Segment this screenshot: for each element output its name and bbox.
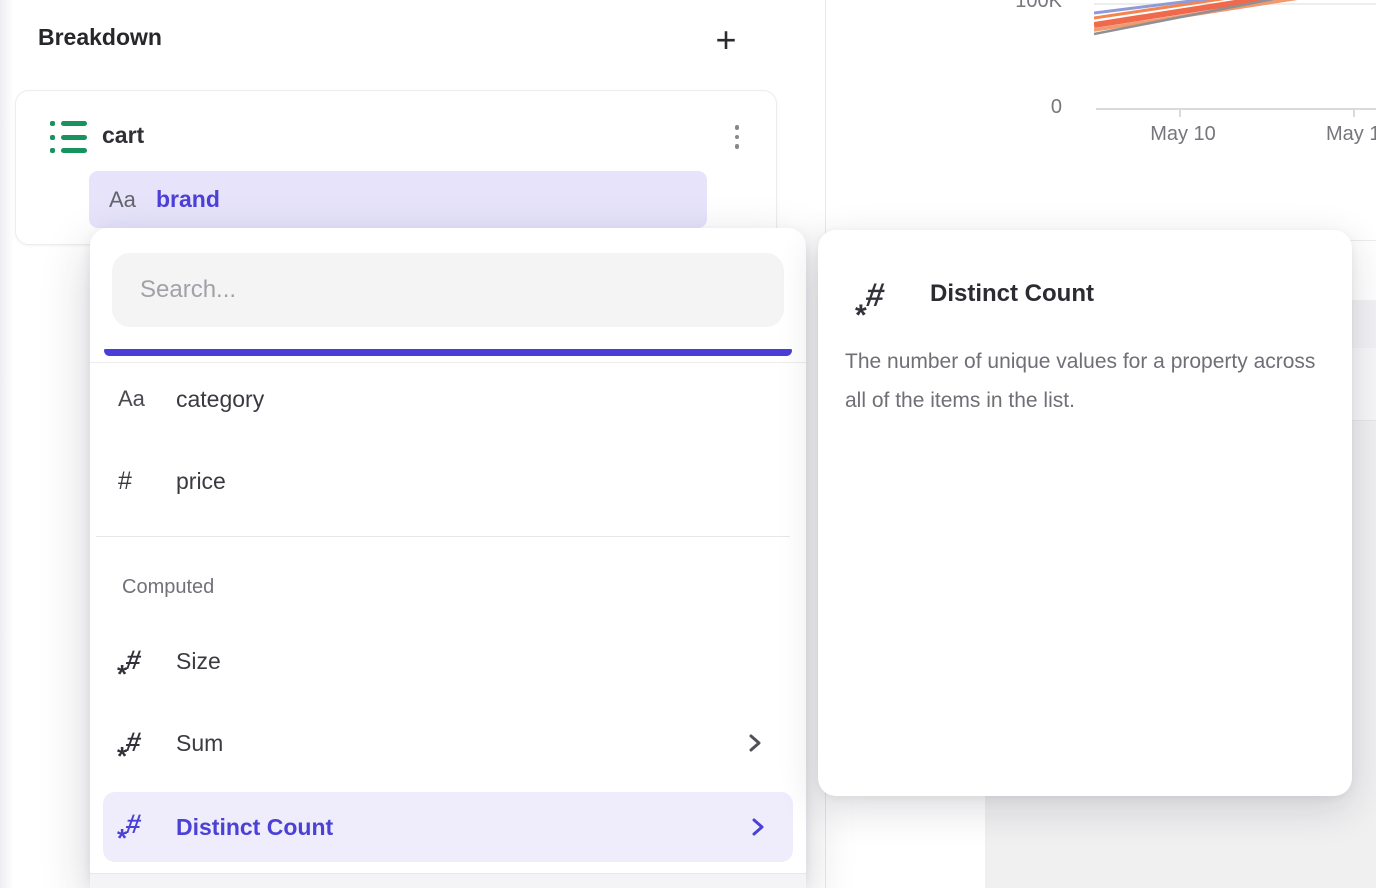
- computed-number-icon: #*: [118, 644, 164, 678]
- add-breakdown-button[interactable]: +: [702, 16, 750, 64]
- computed-number-icon: #*: [856, 276, 898, 318]
- dropdown-item-category[interactable]: Aa category: [90, 370, 806, 428]
- tooltip-description: The number of unique values for a proper…: [845, 342, 1321, 420]
- list-icon: [50, 121, 90, 153]
- computed-section-label: Computed: [122, 576, 214, 599]
- x-axis-tick: [1179, 108, 1181, 117]
- kebab-menu-icon[interactable]: [728, 117, 746, 157]
- text-type-icon: Aa: [109, 187, 145, 213]
- selected-item-highlight-edge: [104, 349, 792, 356]
- y-axis-label-0: 0: [1028, 96, 1062, 119]
- chevron-right-icon: [748, 733, 762, 753]
- computed-number-icon: #*: [118, 808, 164, 847]
- property-dropdown: Aa category # price Computed #* Size #* …: [90, 228, 806, 888]
- selected-property-label: brand: [156, 186, 220, 213]
- y-axis-label-100k: 100K: [1004, 0, 1062, 13]
- dropdown-item-price[interactable]: # price: [90, 452, 806, 510]
- breakdown-cart-card: cart Aa brand: [15, 90, 777, 245]
- x-axis-label-may10: May 10: [1141, 123, 1225, 146]
- dropdown-footer: [90, 874, 806, 888]
- dropdown-hairline: [90, 362, 806, 363]
- left-gutter: [0, 0, 14, 888]
- x-axis-label-may1: May 1: [1326, 123, 1376, 146]
- distinct-count-tooltip: #* Distinct Count The number of unique v…: [818, 230, 1352, 796]
- search-box: [112, 253, 784, 327]
- text-type-icon: Aa: [118, 386, 164, 412]
- dropdown-item-distinct-count[interactable]: #* Distinct Count: [103, 792, 793, 862]
- tooltip-title: Distinct Count: [930, 280, 1094, 308]
- selected-property-brand[interactable]: Aa brand: [89, 171, 707, 228]
- number-type-icon: #: [118, 467, 164, 496]
- x-axis-line: [1096, 108, 1376, 110]
- dropdown-item-sum[interactable]: #* Sum: [90, 714, 806, 772]
- cart-list-label: cart: [102, 122, 144, 149]
- search-input[interactable]: [112, 253, 784, 327]
- x-axis-tick: [1353, 108, 1355, 117]
- breakdown-section-title: Breakdown: [38, 24, 162, 51]
- computed-number-icon: #*: [118, 726, 164, 760]
- dropdown-item-size[interactable]: #* Size: [90, 632, 806, 690]
- chevron-right-icon: [751, 817, 765, 837]
- dropdown-section-divider: [96, 536, 790, 537]
- line-chart: [1094, 0, 1376, 70]
